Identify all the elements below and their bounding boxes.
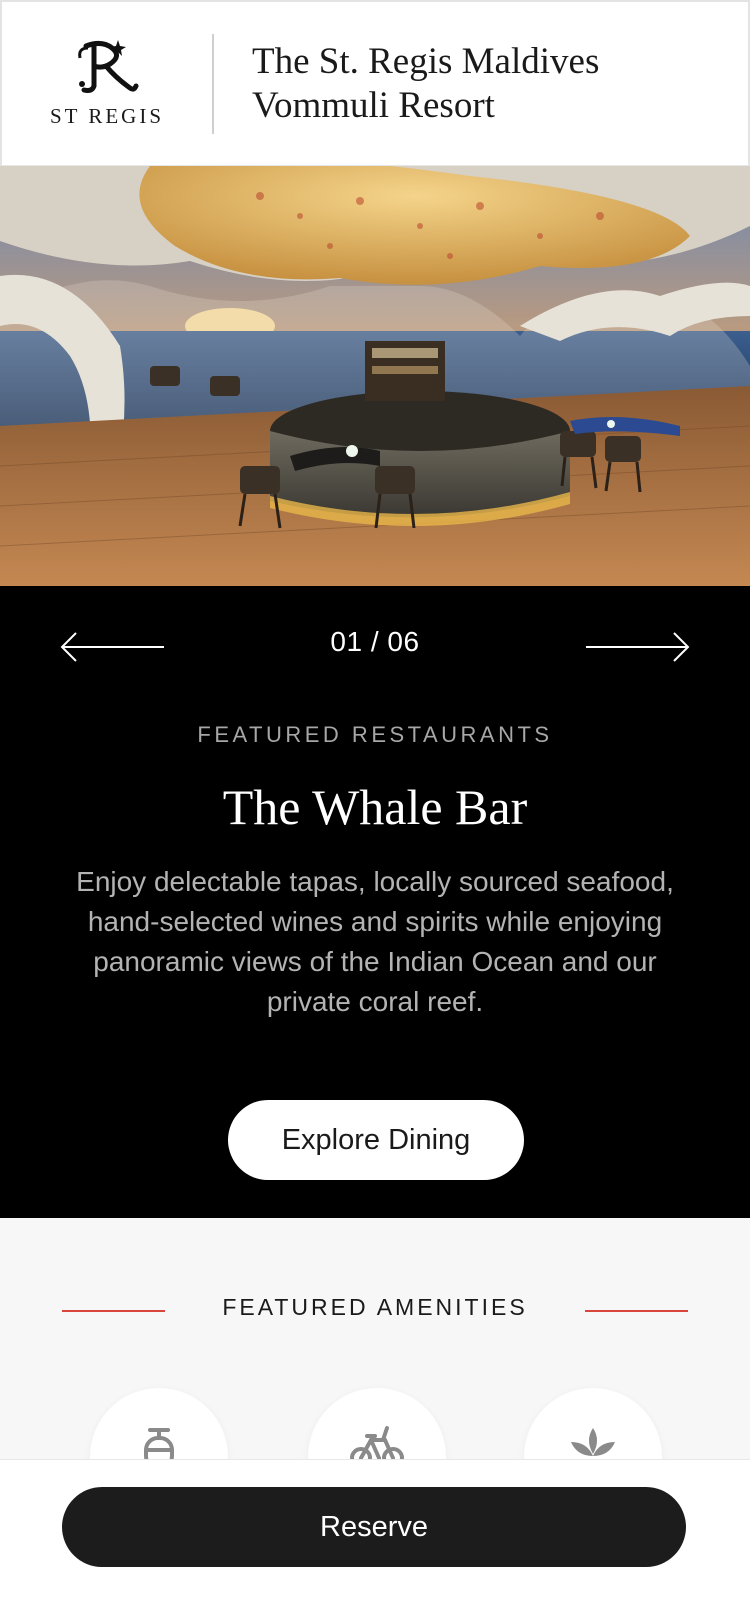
amenities-heading: FEATURED AMENITIES — [0, 1290, 750, 1330]
amenities-title: FEATURED AMENITIES — [222, 1294, 528, 1320]
arrow-right-icon[interactable] — [582, 630, 692, 664]
reserve-button[interactable]: Reserve — [62, 1487, 686, 1567]
restaurant-title: The Whale Bar — [222, 779, 528, 835]
reserve-bar: Reserve — [0, 1459, 750, 1624]
heading-rule-right — [585, 1310, 688, 1312]
section-eyebrow: FEATURED RESTAURANTS — [197, 722, 553, 747]
hero-image — [0, 166, 750, 586]
st-regis-monogram-icon — [78, 40, 139, 93]
featured-restaurant-section: 01 / 06 FEATURED RESTAURANTS The Whale B… — [0, 586, 750, 1218]
header-divider — [212, 33, 214, 134]
brand-logo[interactable]: ST REGIS — [2, 2, 212, 165]
page: ST REGIS The St. Regis Maldives Vommuli … — [0, 0, 750, 1624]
brand-wordmark: ST REGIS — [49, 104, 165, 128]
header: ST REGIS The St. Regis Maldives Vommuli … — [0, 0, 750, 166]
explore-dining-button[interactable]: Explore Dining — [228, 1100, 524, 1180]
hotel-name: The St. Regis Maldives Vommuli Resort — [252, 40, 599, 128]
hotel-name-line-1: The St. Regis Maldives — [252, 40, 600, 82]
whale-bar-photo — [0, 166, 750, 586]
hotel-name-line-2: Vommuli Resort — [252, 84, 495, 126]
restaurant-description: Enjoy delectable tapas, locally sourced … — [76, 866, 674, 1017]
